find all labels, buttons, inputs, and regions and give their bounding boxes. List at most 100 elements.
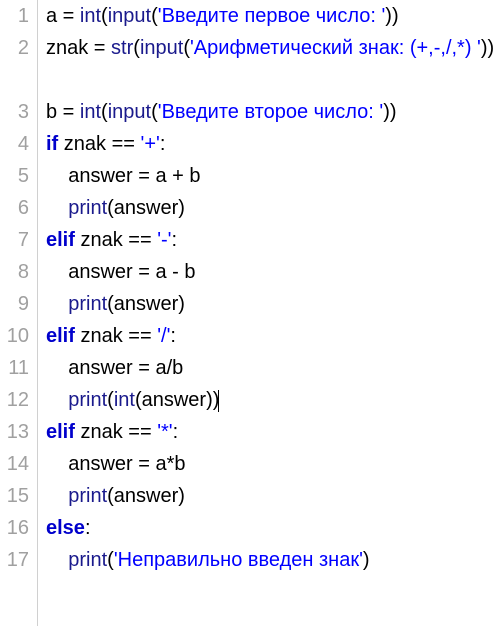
- token-builtin: int: [114, 389, 135, 411]
- line-number: 7: [0, 224, 29, 256]
- line-number: 16: [0, 512, 29, 544]
- line-number: 4: [0, 128, 29, 160]
- token-plain: znak ==: [75, 229, 157, 251]
- token-plain: znak =: [46, 37, 111, 59]
- token-plain: (: [107, 389, 114, 411]
- token-plain: [46, 293, 68, 315]
- text-cursor: [218, 390, 219, 412]
- token-plain: (: [133, 37, 140, 59]
- token-plain: (: [151, 5, 158, 27]
- line-number: 9: [0, 288, 29, 320]
- token-kw: else: [46, 517, 85, 539]
- code-line[interactable]: print(answer): [46, 192, 500, 224]
- token-str: 'Введите второе число: ': [158, 101, 383, 123]
- token-str: 'Неправильно введен знак': [114, 549, 363, 571]
- token-builtin: input: [140, 37, 183, 59]
- token-builtin: print: [68, 293, 107, 315]
- token-plain: znak ==: [58, 133, 140, 155]
- line-number: 5: [0, 160, 29, 192]
- token-builtin: print: [68, 549, 107, 571]
- code-line[interactable]: elif znak == '*':: [46, 416, 500, 448]
- line-number: 11: [0, 352, 29, 384]
- token-plain: :: [160, 133, 166, 155]
- line-number: 3: [0, 96, 29, 128]
- token-plain: ): [363, 549, 370, 571]
- token-plain: (answer): [107, 293, 185, 315]
- line-number: 12: [0, 384, 29, 416]
- token-plain: (answer)): [135, 389, 219, 411]
- token-plain: (: [183, 37, 190, 59]
- line-number: 10: [0, 320, 29, 352]
- token-plain: answer = a + b: [46, 165, 201, 187]
- token-plain: )): [481, 37, 494, 59]
- line-number: 14: [0, 448, 29, 480]
- token-plain: [46, 197, 68, 219]
- token-plain: )): [383, 101, 396, 123]
- code-line[interactable]: a = int(input('Введите первое число: ')): [46, 0, 500, 32]
- token-str: '+': [141, 133, 160, 155]
- code-line[interactable]: answer = a - b: [46, 256, 500, 288]
- line-number-gutter: 1234567891011121314151617: [0, 0, 38, 626]
- token-plain: (: [151, 101, 158, 123]
- token-plain: (: [107, 549, 114, 571]
- code-line[interactable]: print(answer): [46, 480, 500, 512]
- token-plain: :: [171, 229, 177, 251]
- code-line[interactable]: answer = a/b: [46, 352, 500, 384]
- line-number: 15: [0, 480, 29, 512]
- token-plain: :: [170, 325, 176, 347]
- token-str: 'Арифметический знак: (+,-,/,*) ': [190, 37, 481, 59]
- token-plain: b =: [46, 101, 80, 123]
- line-number: 8: [0, 256, 29, 288]
- code-line[interactable]: elif znak == '-':: [46, 224, 500, 256]
- token-plain: (answer): [107, 197, 185, 219]
- token-plain: znak ==: [75, 325, 157, 347]
- code-line[interactable]: print(answer): [46, 288, 500, 320]
- code-line[interactable]: print(int(answer)): [46, 384, 500, 416]
- token-builtin: print: [68, 389, 107, 411]
- token-plain: )): [385, 5, 398, 27]
- line-number: 1: [0, 0, 29, 32]
- code-line[interactable]: if znak == '+':: [46, 128, 500, 160]
- code-line[interactable]: b = int(input('Введите второе число: ')): [46, 96, 500, 128]
- token-plain: znak ==: [75, 421, 157, 443]
- token-kw: if: [46, 133, 58, 155]
- code-line[interactable]: znak = str(input('Арифметический знак: (…: [46, 32, 500, 96]
- token-builtin: str: [111, 37, 133, 59]
- code-line[interactable]: print('Неправильно введен знак'): [46, 544, 500, 576]
- token-plain: :: [85, 517, 91, 539]
- token-plain: a =: [46, 5, 80, 27]
- token-plain: :: [173, 421, 179, 443]
- token-plain: answer = a*b: [46, 453, 186, 475]
- code-line[interactable]: answer = a*b: [46, 448, 500, 480]
- token-builtin: input: [108, 5, 151, 27]
- code-line[interactable]: answer = a + b: [46, 160, 500, 192]
- code-line[interactable]: else:: [46, 512, 500, 544]
- token-plain: (: [101, 5, 108, 27]
- token-builtin: print: [68, 485, 107, 507]
- token-kw: elif: [46, 325, 75, 347]
- token-str: 'Введите первое число: ': [158, 5, 386, 27]
- line-number: 13: [0, 416, 29, 448]
- line-number: 6: [0, 192, 29, 224]
- line-number: 2: [0, 32, 29, 96]
- token-plain: [46, 389, 68, 411]
- token-plain: [46, 549, 68, 571]
- token-builtin: int: [80, 101, 101, 123]
- token-plain: answer = a - b: [46, 261, 196, 283]
- code-area[interactable]: a = int(input('Введите первое число: '))…: [38, 0, 500, 626]
- token-plain: (answer): [107, 485, 185, 507]
- token-kw: elif: [46, 421, 75, 443]
- token-plain: [46, 485, 68, 507]
- code-editor: 1234567891011121314151617 a = int(input(…: [0, 0, 500, 626]
- code-line[interactable]: elif znak == '/':: [46, 320, 500, 352]
- line-number: 17: [0, 544, 29, 576]
- token-str: '-': [157, 229, 171, 251]
- token-str: '*': [157, 421, 172, 443]
- token-kw: elif: [46, 229, 75, 251]
- token-plain: answer = a/b: [46, 357, 183, 379]
- token-plain: (: [101, 101, 108, 123]
- token-builtin: int: [80, 5, 101, 27]
- token-builtin: print: [68, 197, 107, 219]
- token-str: '/': [157, 325, 170, 347]
- token-builtin: input: [108, 101, 151, 123]
